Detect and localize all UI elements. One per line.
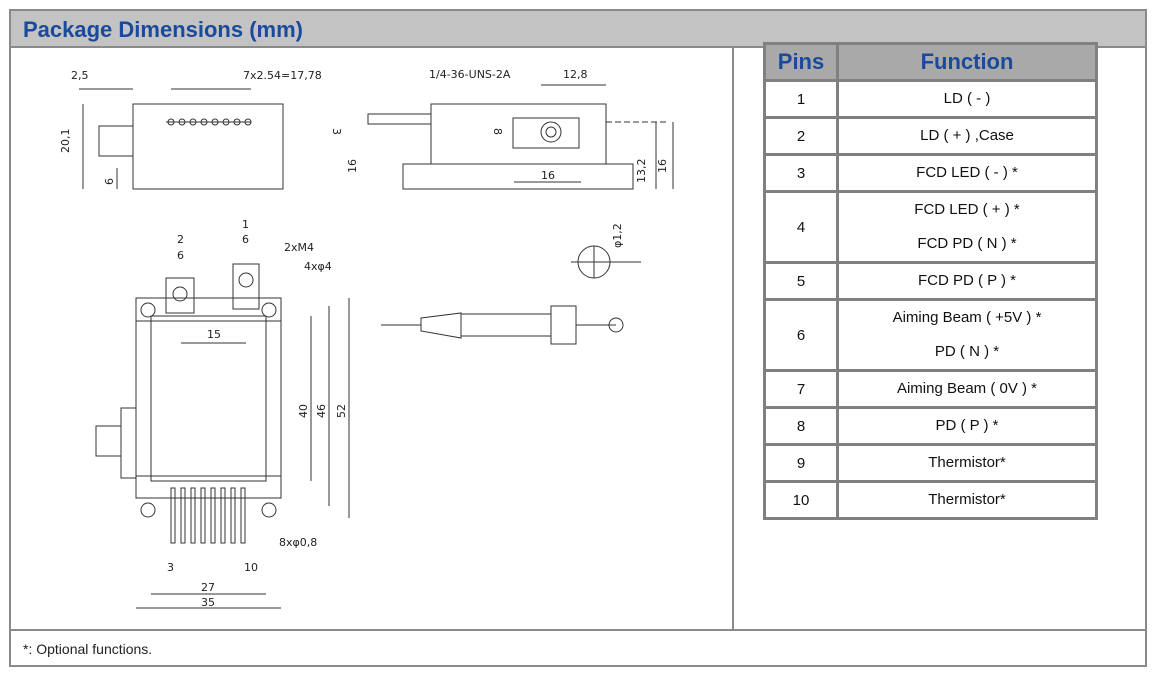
dim-label: 1 — [242, 218, 249, 231]
dim-label: 15 — [207, 328, 221, 341]
pin-number: 10 — [763, 480, 839, 520]
table-row: 4 FCD LED ( + ) * FCD PD ( N ) * — [763, 190, 1098, 264]
function-line: LD ( - ) — [943, 90, 991, 107]
footnote-text: *: Optional functions. — [23, 641, 153, 657]
function-line: Aiming Beam ( +5V ) * — [892, 309, 1042, 326]
dim-label: 1/4-36-UNS-2A — [429, 68, 511, 81]
pin-function: FCD LED ( + ) * FCD PD ( N ) * — [836, 190, 1098, 264]
pin-function: Thermistor* — [836, 443, 1098, 483]
table-row: 9 Thermistor* — [763, 443, 1098, 483]
function-line: Thermistor* — [928, 454, 1006, 471]
dim-label: 46 — [315, 404, 328, 418]
function-line: Thermistor* — [928, 491, 1006, 508]
pin-number: 2 — [763, 116, 839, 156]
pin-function: PD ( P ) * — [836, 406, 1098, 446]
table-row: 8 PD ( P ) * — [763, 406, 1098, 446]
pin-number: 6 — [763, 298, 839, 372]
pin-function: LD ( + ) ,Case — [836, 116, 1098, 156]
dim-label: 4xφ4 — [304, 260, 332, 273]
pin-number: 4 — [763, 190, 839, 264]
pin-function: FCD PD ( P ) * — [836, 261, 1098, 301]
dim-label: 6 — [177, 249, 184, 262]
function-line: FCD PD ( N ) * — [917, 235, 1017, 252]
function-line: Aiming Beam ( 0V ) * — [896, 380, 1038, 397]
dim-label: 12,8 — [563, 68, 588, 81]
table-row: 10 Thermistor* — [763, 480, 1098, 520]
pin-number: 1 — [763, 79, 839, 119]
function-line: PD ( N ) * — [934, 343, 1000, 360]
section-title: Package Dimensions (mm) — [23, 17, 303, 42]
dim-label: 2 — [177, 233, 184, 246]
dim-label: 6 — [103, 178, 116, 185]
dim-label: 20,1 — [59, 129, 72, 154]
top-view-connector — [98, 125, 134, 157]
function-line: FCD LED ( + ) * — [914, 201, 1020, 218]
front-pins — [170, 487, 246, 544]
dim-label: 3 — [167, 561, 174, 574]
table-row: 5 FCD PD ( P ) * — [763, 261, 1098, 301]
dim-label: 27 — [201, 581, 215, 594]
function-line: PD ( P ) * — [935, 417, 999, 434]
pin-number: 7 — [763, 369, 839, 409]
dim-label: 7x2.54=17,78 — [243, 69, 322, 82]
function-line: FCD LED ( - ) * — [916, 164, 1018, 181]
function-header: Function — [836, 42, 1098, 82]
table-row: 1 LD ( - ) — [763, 79, 1098, 119]
pin-function: Thermistor* — [836, 480, 1098, 520]
dim-label: 8 — [491, 128, 504, 135]
dim-label: φ1,2 — [611, 223, 624, 248]
table-row: 3 FCD LED ( - ) * — [763, 153, 1098, 193]
dim-label: 6 — [242, 233, 249, 246]
pin-function-table: Pins Function 1 LD ( - ) 2 LD ( + ) ,Case 3 F… — [763, 42, 1098, 520]
pin-number: 3 — [763, 153, 839, 193]
table-row: 7 Aiming Beam ( 0V ) * — [763, 369, 1098, 409]
pins-header: Pins — [763, 42, 839, 82]
dim-label: 2,5 — [71, 69, 89, 82]
pin-function: Aiming Beam ( 0V ) * — [836, 369, 1098, 409]
dim-label: 40 — [297, 404, 310, 418]
dimension-drawing: 2,5 7x2.54=17,78 20,1 6 1/4-36-UNS-2A 12… — [11, 48, 734, 629]
footer-note: *: Optional functions. — [11, 629, 1145, 667]
dim-label: 16 — [346, 159, 359, 173]
dim-label: 13,2 — [635, 159, 648, 184]
function-line: FCD PD ( P ) * — [917, 272, 1017, 289]
table-row: 6 Aiming Beam ( +5V ) * PD ( N ) * — [763, 298, 1098, 372]
pin-function: Aiming Beam ( +5V ) * PD ( N ) * — [836, 298, 1098, 372]
dim-label: 8xφ0,8 — [279, 536, 317, 549]
pin-number: 5 — [763, 261, 839, 301]
dim-label: 16 — [541, 169, 555, 182]
pin-function: FCD LED ( - ) * — [836, 153, 1098, 193]
dim-label: 35 — [201, 596, 215, 609]
pin-number: 8 — [763, 406, 839, 446]
dim-label: 16 — [656, 159, 669, 173]
table-row: 2 LD ( + ) ,Case — [763, 116, 1098, 156]
function-line: LD ( + ) ,Case — [920, 127, 1014, 144]
dim-label: 10 — [244, 561, 258, 574]
dim-label: 52 — [335, 404, 348, 418]
pin-function: LD ( - ) — [836, 79, 1098, 119]
dim-label: 3 — [330, 128, 343, 135]
dim-label: 2xM4 — [284, 241, 314, 254]
top-view-body — [132, 103, 284, 190]
pin-number: 9 — [763, 443, 839, 483]
